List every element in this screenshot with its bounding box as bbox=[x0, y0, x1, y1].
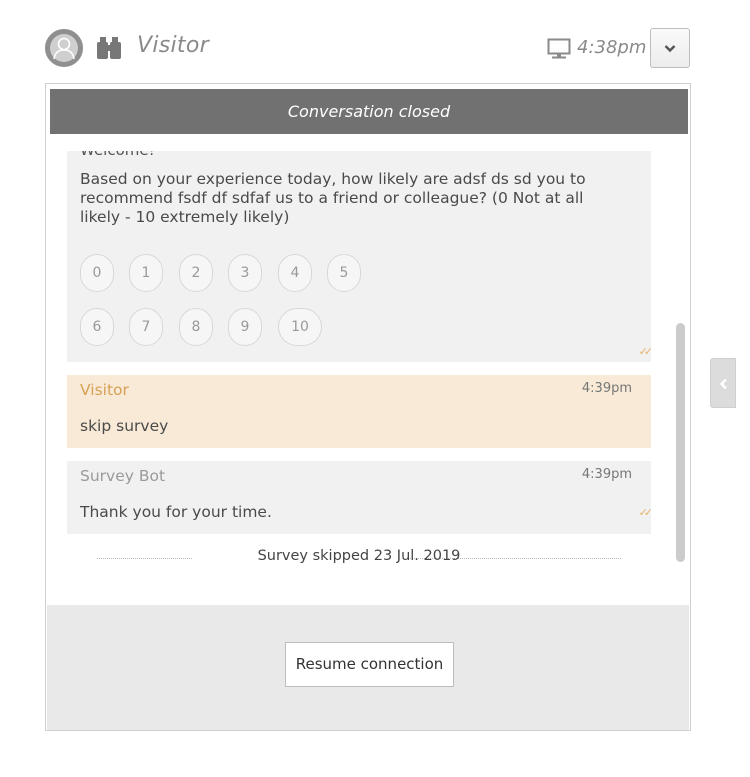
user-avatar-icon bbox=[45, 29, 83, 67]
message-time: 4:39pm bbox=[581, 467, 632, 482]
read-receipt-icon: ✓✓ bbox=[638, 345, 651, 358]
chevron-left-icon bbox=[719, 378, 727, 390]
message-text: Thank you for your time. bbox=[80, 503, 272, 521]
conversation-panel: Conversation closed Welcome! Based on yo… bbox=[45, 83, 691, 731]
footer-area: Resume connection bbox=[47, 605, 689, 730]
survey-option-4[interactable]: 4 bbox=[278, 254, 312, 292]
header-time: 4:38pm bbox=[577, 37, 647, 58]
message-time: 4:39pm bbox=[581, 381, 632, 396]
survey-message: Welcome! Based on your experience today,… bbox=[67, 151, 651, 362]
options-dropdown-button[interactable] bbox=[650, 28, 690, 68]
visitor-name: Visitor bbox=[137, 33, 209, 58]
survey-skipped-note: Survey skipped 23 Jul. 2019 bbox=[97, 548, 621, 568]
cut-off-text: Welcome! bbox=[80, 151, 155, 159]
survey-question: Based on your experience today, how like… bbox=[80, 170, 586, 226]
survey-option-3[interactable]: 3 bbox=[228, 254, 262, 292]
message-text: skip survey bbox=[80, 417, 169, 435]
chevron-down-icon bbox=[664, 45, 676, 53]
side-panel-toggle[interactable] bbox=[710, 358, 736, 408]
survey-option-2[interactable]: 2 bbox=[179, 254, 213, 292]
resume-connection-button[interactable]: Resume connection bbox=[285, 642, 454, 687]
survey-option-7[interactable]: 7 bbox=[129, 308, 163, 346]
scrollbar-thumb[interactable] bbox=[676, 323, 685, 562]
message-sender: Survey Bot bbox=[80, 467, 166, 485]
chat-header: Visitor 4:38pm bbox=[45, 28, 691, 70]
survey-option-0[interactable]: 0 bbox=[80, 254, 114, 292]
read-receipt-icon: ✓✓ bbox=[638, 506, 651, 519]
binoculars-icon bbox=[96, 37, 122, 59]
survey-option-8[interactable]: 8 bbox=[179, 308, 213, 346]
chat-scrollbar[interactable] bbox=[674, 151, 686, 565]
visitor-message: Visitor 4:39pm skip survey bbox=[67, 375, 651, 448]
conversation-status-bar: Conversation closed bbox=[50, 89, 688, 134]
survey-option-10[interactable]: 10 bbox=[278, 308, 322, 346]
system-note-text: Survey skipped 23 Jul. 2019 bbox=[257, 548, 461, 564]
survey-option-5[interactable]: 5 bbox=[327, 254, 361, 292]
chat-transcript[interactable]: Welcome! Based on your experience today,… bbox=[67, 151, 651, 569]
survey-option-6[interactable]: 6 bbox=[80, 308, 114, 346]
message-sender: Visitor bbox=[80, 381, 129, 399]
bot-message: Survey Bot 4:39pm Thank you for your tim… bbox=[67, 461, 651, 534]
survey-option-1[interactable]: 1 bbox=[129, 254, 163, 292]
monitor-icon bbox=[547, 38, 571, 60]
survey-option-9[interactable]: 9 bbox=[228, 308, 262, 346]
